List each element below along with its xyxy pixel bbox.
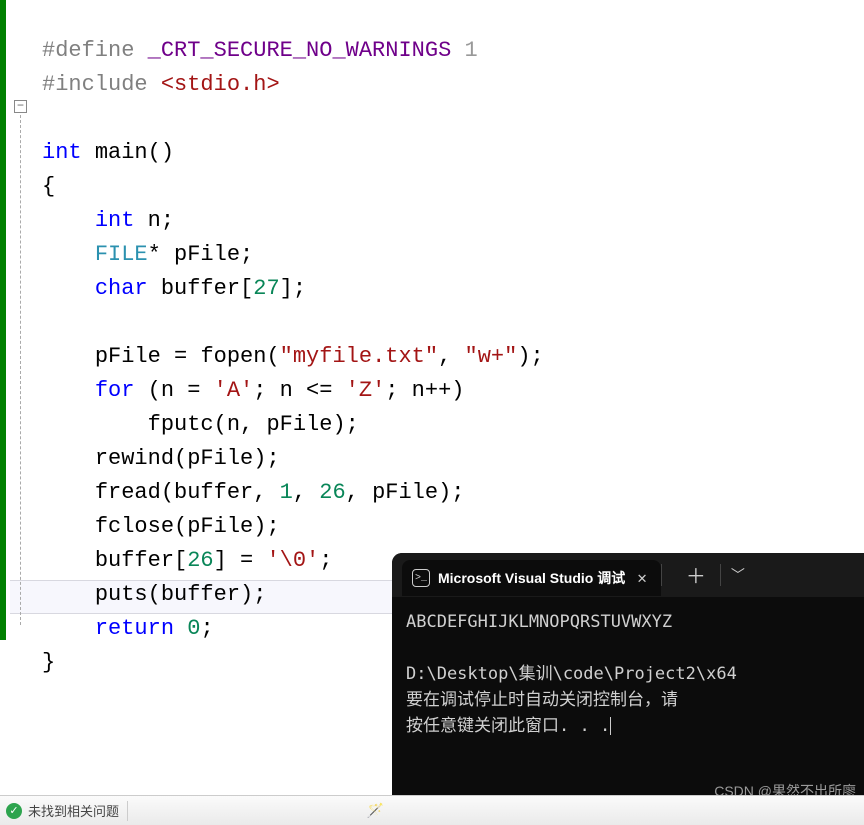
token: [ — [174, 548, 187, 573]
token: <stdio.h> — [161, 72, 280, 97]
new-tab-button[interactable]: ＋ — [672, 560, 720, 590]
fold-guide-line — [20, 115, 21, 625]
token: main — [95, 140, 148, 165]
token: pFile; — [174, 242, 253, 267]
console-line: 按任意键关闭此窗口. . . — [406, 716, 610, 736]
status-ok-icon[interactable]: ✓ — [6, 803, 22, 819]
token: puts — [95, 582, 148, 607]
token: ; n++) — [385, 378, 464, 403]
token: char — [95, 276, 148, 301]
modified-gutter — [0, 0, 6, 640]
token: () — [148, 140, 174, 165]
token: fopen — [200, 344, 266, 369]
token: 27 — [253, 276, 279, 301]
token: { — [42, 174, 55, 199]
token: rewind — [95, 446, 174, 471]
token: , — [293, 480, 319, 505]
tab-dropdown-icon[interactable]: ﹀ — [721, 565, 755, 585]
token: for — [95, 378, 135, 403]
close-icon[interactable]: ✕ — [633, 568, 651, 588]
token: 'Z' — [346, 378, 386, 403]
token: } — [42, 650, 55, 675]
token: , — [438, 344, 464, 369]
token: (buffer, — [161, 480, 280, 505]
token: = — [161, 344, 201, 369]
token: ] = — [214, 548, 267, 573]
token: (n = — [134, 378, 213, 403]
token: #include — [42, 72, 148, 97]
console-output[interactable]: ABCDEFGHIJKLMNOPQRSTUVWXYZ D:\Desktop\集训… — [392, 597, 864, 745]
token: 26 — [319, 480, 345, 505]
token: 'A' — [214, 378, 254, 403]
token: ; — [200, 616, 213, 641]
token: ]; — [280, 276, 306, 301]
token: (pFile); — [174, 514, 280, 539]
token: (pFile); — [174, 446, 280, 471]
token: fputc — [148, 412, 214, 437]
token: (buffer); — [148, 582, 267, 607]
token: #define — [42, 38, 134, 63]
token: return — [95, 616, 174, 641]
token: fread — [95, 480, 161, 505]
token: 1 — [464, 38, 477, 63]
console-line: D:\Desktop\集训\code\Project2\x64 — [406, 664, 737, 684]
titlebar-separator — [661, 564, 662, 586]
token: '\0' — [266, 548, 319, 573]
magic-wand-icon[interactable]: 🪄 — [367, 802, 384, 819]
token — [174, 616, 187, 641]
token: ); — [517, 344, 543, 369]
token: "myfile.txt" — [280, 344, 438, 369]
fold-gutter: − — [14, 0, 38, 795]
token: ; — [319, 548, 332, 573]
status-separator — [127, 801, 128, 821]
token: 0 — [187, 616, 200, 641]
token: _CRT_SECURE_NO_WARNINGS — [148, 38, 452, 63]
debug-console-window[interactable]: >_ Microsoft Visual Studio 调试 ✕ ＋ ﹀ ABCD… — [392, 553, 864, 803]
token: ( — [266, 344, 279, 369]
console-line: 要在调试停止时自动关闭控制台，请 — [406, 690, 678, 710]
token: "w+" — [465, 344, 518, 369]
token: pFile — [95, 344, 161, 369]
token: , pFile); — [346, 480, 465, 505]
token: [ — [240, 276, 253, 301]
text-cursor — [610, 717, 611, 735]
status-no-issues[interactable]: 未找到相关问题 — [28, 801, 119, 820]
token: 26 — [187, 548, 213, 573]
status-bar[interactable]: ✓ 未找到相关问题 🪄 — [0, 795, 864, 825]
terminal-icon: >_ — [412, 569, 430, 587]
token: * — [148, 242, 161, 267]
token: ; n <= — [253, 378, 345, 403]
token: int — [95, 208, 135, 233]
token: FILE — [95, 242, 148, 267]
console-line: ABCDEFGHIJKLMNOPQRSTUVWXYZ — [406, 612, 672, 632]
token: (n, pFile); — [214, 412, 359, 437]
token: 1 — [280, 480, 293, 505]
console-titlebar[interactable]: >_ Microsoft Visual Studio 调试 ✕ ＋ ﹀ — [392, 553, 864, 597]
token: buffer — [161, 276, 240, 301]
fold-toggle-icon[interactable]: − — [14, 100, 27, 113]
token: fclose — [95, 514, 174, 539]
token: buffer — [95, 548, 174, 573]
console-tab-title: Microsoft Visual Studio 调试 — [438, 568, 625, 588]
console-tab[interactable]: >_ Microsoft Visual Studio 调试 ✕ — [402, 560, 661, 596]
token: n; — [148, 208, 174, 233]
token: int — [42, 140, 82, 165]
